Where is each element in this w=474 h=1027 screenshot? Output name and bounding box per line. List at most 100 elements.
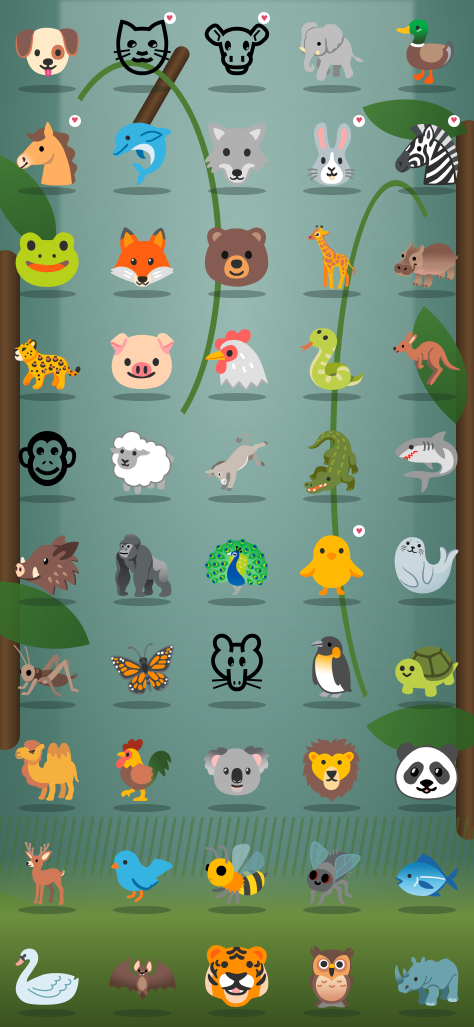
peacock-icon: 🦚 <box>200 530 274 599</box>
animal-tile-monkey[interactable]: 🐵 <box>0 411 95 514</box>
animal-tile-fish[interactable]: 🐟 <box>379 822 474 925</box>
animal-shadow <box>18 803 77 812</box>
animal-shadow <box>113 290 172 299</box>
animal-shadow <box>113 392 172 401</box>
dolphin-icon: 🐬 <box>106 120 179 189</box>
animal-shadow <box>397 187 456 196</box>
animal-tile-zebra[interactable]: 🦓 ♥ <box>379 103 474 206</box>
animal-shadow <box>302 598 361 607</box>
animal-shadow <box>302 495 361 504</box>
animal-shadow <box>113 700 172 709</box>
animal-tile-shark[interactable]: 🦈 <box>379 411 474 514</box>
animal-tile-crocodile[interactable]: 🐊 <box>284 411 379 514</box>
animal-tile-tiger[interactable]: 🐯 <box>190 924 285 1027</box>
animal-tile-donkey[interactable]: 🫏 <box>190 411 285 514</box>
deer-icon: 🦌 <box>11 838 84 907</box>
animal-tile-hippo[interactable]: 🦛 <box>379 205 474 308</box>
animal-tile-pig[interactable]: 🐷 <box>95 308 190 411</box>
animal-tile-wolf[interactable]: 🐺 <box>190 103 285 206</box>
animal-tile-penguin[interactable]: 🐧 <box>284 616 379 719</box>
rabbit-icon: 🐰 <box>295 120 368 189</box>
animal-shadow <box>207 187 266 196</box>
animal-tile-giraffe[interactable]: 🦒 <box>284 205 379 308</box>
rhino-icon: 🦏 <box>390 941 463 1010</box>
animal-tile-sheep[interactable]: 🐑 <box>95 411 190 514</box>
animal-tile-fly[interactable]: 🪰 <box>284 822 379 925</box>
animal-shadow <box>18 84 77 93</box>
animal-tile-dog[interactable]: 🐶 <box>0 0 95 103</box>
animal-tile-deer[interactable]: 🦌 <box>0 822 95 925</box>
animal-shadow <box>207 598 266 607</box>
animal-shadow <box>113 84 172 93</box>
animal-shadow <box>113 803 172 812</box>
animal-shadow <box>18 598 77 607</box>
animal-shadow <box>302 290 361 299</box>
animal-tile-boar[interactable]: 🐗 <box>0 513 95 616</box>
animal-shadow <box>113 906 172 915</box>
pelican-icon: 🦢 <box>11 941 84 1010</box>
animal-tile-seal[interactable]: 🦭 <box>379 513 474 616</box>
animal-tile-grasshopper[interactable]: 🦗 <box>0 616 95 719</box>
heart-icon: ♥ <box>447 114 460 127</box>
dragonfly-icon: 🦋 <box>106 633 179 702</box>
animal-shadow <box>113 187 172 196</box>
animal-shadow <box>18 290 77 299</box>
animal-tile-lion[interactable]: 🦁 <box>284 719 379 822</box>
animal-tile-snake[interactable]: 🐍 <box>284 308 379 411</box>
animal-shadow <box>397 906 456 915</box>
animal-tile-camel[interactable]: 🐫 <box>0 719 95 822</box>
animal-tile-horse[interactable]: 🐴 ♥ <box>0 103 95 206</box>
animal-tile-rabbit[interactable]: 🐰 ♥ <box>284 103 379 206</box>
camel-icon: 🐫 <box>11 736 84 805</box>
animal-tile-pelican[interactable]: 🦢 <box>0 924 95 1027</box>
zebra-icon: 🦓 <box>390 120 463 189</box>
shark-icon: 🦈 <box>390 428 463 497</box>
animal-tile-frog[interactable]: 🐸 <box>0 205 95 308</box>
animal-tile-mouse[interactable]: 🐭 <box>190 616 285 719</box>
hippo-icon: 🦛 <box>390 222 463 291</box>
animal-tile-turtle[interactable]: 🐢 <box>379 616 474 719</box>
animal-tile-rhino[interactable]: 🦏 <box>379 924 474 1027</box>
fox-icon: 🦊 <box>106 222 179 291</box>
duck-icon: 🦆 <box>390 17 463 86</box>
animal-tile-chick[interactable]: 🐥 ♥ <box>284 513 379 616</box>
animal-tile-dragonfly[interactable]: 🦋 <box>95 616 190 719</box>
bee-icon: 🐝 <box>200 838 274 907</box>
sheep-icon: 🐑 <box>106 428 179 497</box>
animal-shadow <box>18 906 77 915</box>
animal-shadow <box>397 803 456 812</box>
cheetah-icon: 🐆 <box>11 325 84 394</box>
animal-tile-cheetah[interactable]: 🐆 <box>0 308 95 411</box>
animal-tile-bear[interactable]: 🐻 <box>190 205 285 308</box>
animal-tile-elephant[interactable]: 🐘 <box>284 0 379 103</box>
animal-tile-fox[interactable]: 🦊 <box>95 205 190 308</box>
giraffe-icon: 🦒 <box>295 222 368 291</box>
mouse-icon: 🐭 <box>206 633 268 702</box>
animal-tile-panda[interactable]: 🐼 <box>379 719 474 822</box>
animal-tile-gorilla[interactable]: 🦍 <box>95 513 190 616</box>
animal-tile-hen[interactable]: 🐔 <box>190 308 285 411</box>
animal-tile-peacock[interactable]: 🦚 <box>190 513 285 616</box>
animal-tile-cow[interactable]: 🐮 ♥ <box>190 0 285 103</box>
animal-shadow <box>207 84 266 93</box>
heart-icon: ♥ <box>68 114 81 127</box>
animal-tile-kangaroo[interactable]: 🦘 <box>379 308 474 411</box>
donkey-icon: 🫏 <box>200 428 274 497</box>
penguin-icon: 🐧 <box>295 633 368 702</box>
animal-shadow <box>397 290 456 299</box>
wolf-icon: 🐺 <box>200 120 274 189</box>
animal-tile-owl[interactable]: 🦉 <box>284 924 379 1027</box>
cow-icon: 🐮 <box>202 17 272 86</box>
animal-tile-dolphin[interactable]: 🐬 <box>95 103 190 206</box>
chick-icon: 🐥 <box>295 530 368 599</box>
animal-tile-koala[interactable]: 🐨 <box>190 719 285 822</box>
animal-tile-bird[interactable]: 🐦 <box>95 822 190 925</box>
animal-tile-rooster[interactable]: 🐓 <box>95 719 190 822</box>
animal-tile-cat[interactable]: 🐱 ♥ <box>95 0 190 103</box>
animal-tile-bee[interactable]: 🐝 <box>190 822 285 925</box>
animal-tile-bat[interactable]: 🦇 <box>95 924 190 1027</box>
animal-shadow <box>302 803 361 812</box>
animal-tile-duck[interactable]: 🦆 <box>379 0 474 103</box>
grasshopper-icon: 🦗 <box>11 633 84 702</box>
animal-shadow <box>18 495 77 504</box>
